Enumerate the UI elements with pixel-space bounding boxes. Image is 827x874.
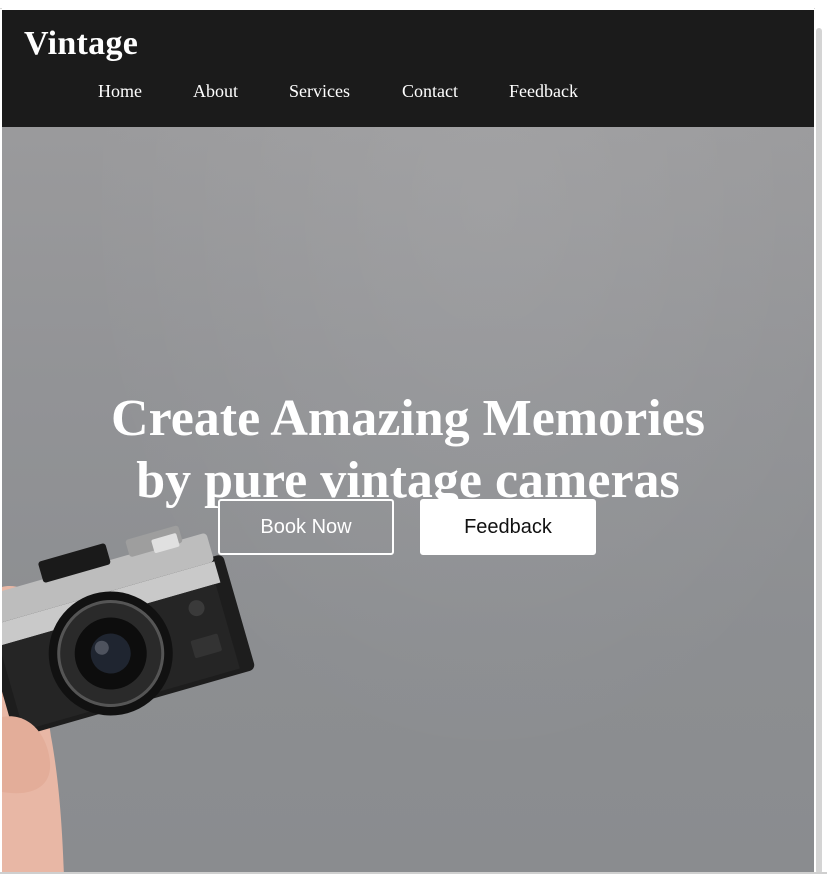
scrollbar-track[interactable] [815,8,827,874]
book-now-button[interactable]: Book Now [218,499,394,555]
hero-title-line-1: Create Amazing Memories [111,389,705,447]
hero-title: Create Amazing Memories by pure vintage … [2,388,814,512]
hero-title-line-2: by pure vintage cameras [136,451,680,509]
feedback-button[interactable]: Feedback [420,499,596,555]
navbar: Vintage Home About Services Contact Feed… [2,10,814,129]
nav-links: Home About Services Contact Feedback [98,80,578,102]
brand-logo[interactable]: Vintage [24,26,138,62]
nav-link-services[interactable]: Services [289,80,402,102]
nav-link-about[interactable]: About [193,80,289,102]
nav-link-feedback[interactable]: Feedback [509,80,578,102]
nav-link-contact[interactable]: Contact [402,80,509,102]
hero-section: Create Amazing Memories by pure vintage … [2,127,814,872]
nav-link-home[interactable]: Home [98,80,193,102]
page-frame: Vintage Home About Services Contact Feed… [2,2,814,872]
scrollbar-thumb[interactable] [816,28,822,874]
